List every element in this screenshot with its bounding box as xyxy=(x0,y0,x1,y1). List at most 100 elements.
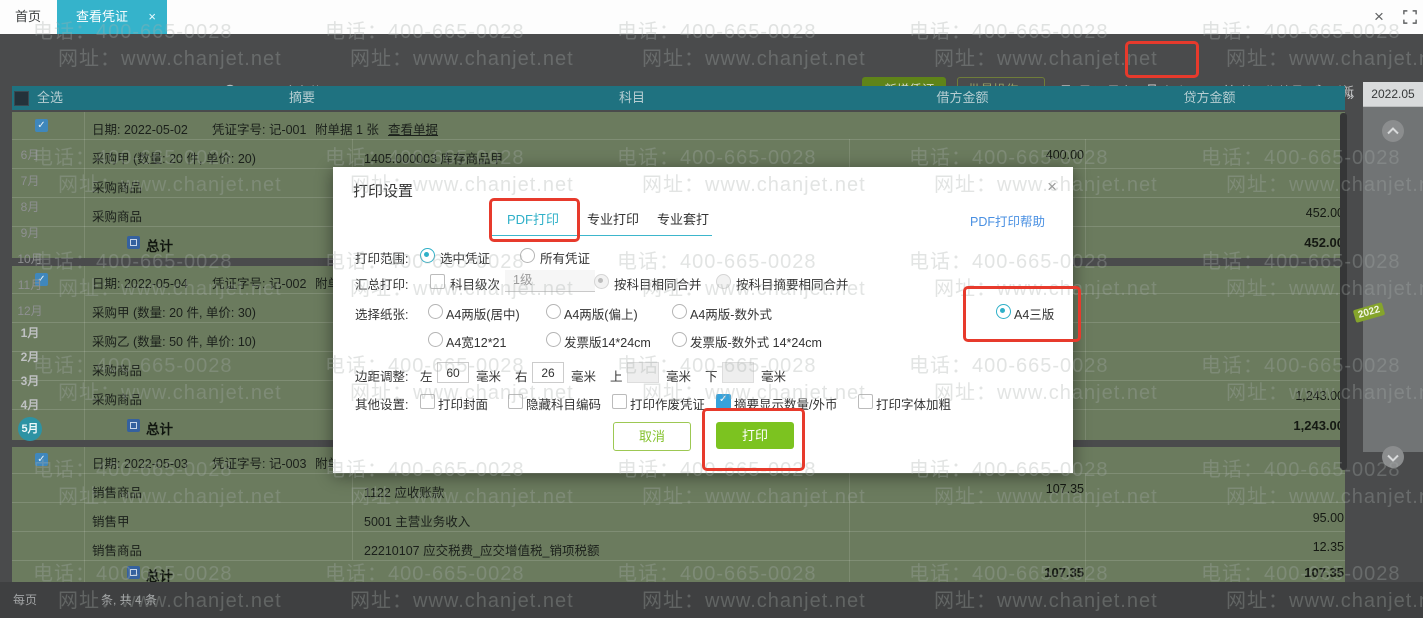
entry-credit: 452.00 xyxy=(1305,206,1344,220)
checkbox-hide-account-code[interactable] xyxy=(508,394,523,409)
voucher-word: 凭证字号: 记-003 xyxy=(212,457,307,471)
total-credit: 1,243.00 xyxy=(1293,418,1344,433)
margin-adjust-label: 边距调整: xyxy=(355,370,409,384)
checkbox-label[interactable]: 隐藏科目编码 xyxy=(526,394,601,413)
radio-label[interactable]: A4宽12*21 xyxy=(446,332,506,351)
total-row: 总计 107.35 107.35 xyxy=(12,560,1345,584)
radio-label[interactable]: 所有凭证 xyxy=(540,248,590,267)
radio-selected-vouchers[interactable] xyxy=(420,248,435,263)
scroll-up-icon[interactable] xyxy=(1382,120,1404,142)
pagination-bar: 每页 50 条, 共 4 条 xyxy=(0,582,1423,618)
month-item[interactable]: 9月 xyxy=(0,224,60,241)
tab-bar: 首页 查看凭证 × × xyxy=(0,0,1423,34)
checkbox-print-cover[interactable] xyxy=(420,394,435,409)
month-item[interactable]: 3月 xyxy=(0,372,60,389)
tab-pro-print[interactable]: 专业打印 xyxy=(578,207,648,233)
month-item[interactable]: 4月 xyxy=(0,396,60,413)
margin-left-input[interactable] xyxy=(437,362,469,383)
entry-summary: 销售商品 xyxy=(92,544,143,558)
margin-right-input[interactable] xyxy=(532,362,564,383)
radio-invoice-amount-14-24[interactable] xyxy=(672,332,687,347)
checkbox-print-void-voucher[interactable] xyxy=(612,394,627,409)
radio-label[interactable]: 发票版-数外式 14*24cm xyxy=(690,332,822,351)
tab-view-voucher[interactable]: 查看凭证 × xyxy=(57,0,167,34)
total-label: 总计 xyxy=(146,422,173,437)
radio-a4-two-top[interactable] xyxy=(546,304,561,319)
radio-a4-three[interactable] xyxy=(996,304,1011,319)
radio-label[interactable]: 发票版14*24cm xyxy=(564,332,651,351)
radio-label[interactable]: A4两版(居中) xyxy=(446,304,520,323)
radio-a4-two-amount[interactable] xyxy=(672,304,687,319)
vertical-scrollbar[interactable] xyxy=(1340,113,1347,470)
radio-a4-wide[interactable] xyxy=(428,332,443,347)
entry-row[interactable]: 采购甲 (数量: 20 件, 单价: 20) 1405.000003 库存商品甲… xyxy=(12,139,1345,169)
tab-pdf-print[interactable]: PDF打印 xyxy=(498,207,568,233)
checkbox-bold-font[interactable] xyxy=(858,394,873,409)
current-period[interactable]: 2022.05 xyxy=(1363,82,1423,107)
entry-summary: 采购商品 xyxy=(92,364,143,378)
view-receipt-link[interactable]: 查看单据 xyxy=(388,119,438,138)
month-item[interactable]: 2月 xyxy=(0,348,60,365)
radio-merge-same-account-summary[interactable] xyxy=(716,274,731,289)
radio-a4-two-center[interactable] xyxy=(428,304,443,319)
entry-summary: 销售甲 xyxy=(92,515,130,529)
tab-underline xyxy=(490,235,712,236)
dialog-close-icon[interactable]: × xyxy=(1047,177,1057,197)
row-checkbox[interactable]: ✓ xyxy=(35,453,48,466)
entry-row[interactable]: 销售商品 22210107 应交税费_应交增值税_销项税额 12.35 xyxy=(12,531,1345,561)
margin-left-label: 左 xyxy=(420,370,433,384)
radio-invoice-14-24[interactable] xyxy=(546,332,561,347)
entry-row[interactable]: 销售商品 1122 应收账款 107.35 xyxy=(12,473,1345,503)
checkbox-label[interactable]: 打印字体加粗 xyxy=(876,394,951,413)
other-settings-label: 其他设置: xyxy=(355,398,409,412)
summary-print-label: 汇总打印: xyxy=(355,278,409,292)
radio-label[interactable]: A4两版-数外式 xyxy=(690,304,772,323)
tab-home[interactable]: 首页 xyxy=(0,0,56,34)
month-item[interactable]: 12月 xyxy=(0,302,60,319)
checkbox-label[interactable]: 打印封面 xyxy=(438,394,488,413)
column-debit: 借方金额 xyxy=(936,90,989,105)
voucher-word: 凭证字号: 记-002 xyxy=(212,277,307,291)
month-item[interactable]: 8月 xyxy=(0,198,60,215)
scroll-down-icon[interactable] xyxy=(1382,446,1404,468)
month-item[interactable]: 10月 xyxy=(0,250,60,267)
month-item[interactable]: 11月 xyxy=(0,276,60,293)
fullscreen-icon[interactable] xyxy=(1403,10,1417,24)
month-item[interactable]: 1月 xyxy=(0,324,60,341)
entry-summary: 采购甲 (数量: 20 件, 单价: 20) xyxy=(92,152,256,166)
print-confirm-button[interactable]: 打印 xyxy=(716,422,794,449)
table-header: 全选 摘要 科目 借方金额 贷方金额 xyxy=(12,86,1345,110)
pdf-print-help-link[interactable]: PDF打印帮助 xyxy=(970,211,1045,230)
checkbox-summary-show-qty[interactable] xyxy=(716,394,731,409)
radio-all-vouchers[interactable] xyxy=(520,248,535,263)
column-account: 科目 xyxy=(618,90,645,105)
margin-bottom-input[interactable] xyxy=(722,362,754,383)
row-checkbox[interactable]: ✓ xyxy=(35,119,48,132)
month-item[interactable]: 6月 xyxy=(0,146,60,163)
level-select[interactable]: 1级 xyxy=(505,270,595,292)
checkbox-label[interactable]: 科目级次 xyxy=(450,274,500,293)
month-item[interactable]: 7月 xyxy=(0,172,60,189)
tab-close-icon[interactable]: × xyxy=(148,0,156,34)
radio-label[interactable]: 选中凭证 xyxy=(440,248,490,267)
checkbox-label[interactable]: 打印作废凭证 xyxy=(630,394,705,413)
margin-top-input[interactable] xyxy=(627,362,659,383)
radio-label[interactable]: A4三版 xyxy=(1014,304,1054,323)
tab-pro-template-print[interactable]: 专业套打 xyxy=(648,207,718,233)
unit-label: 毫米 xyxy=(761,370,787,384)
voucher-word: 凭证字号: 记-001 xyxy=(212,123,307,137)
radio-merge-same-account[interactable] xyxy=(594,274,609,289)
window-close-icon[interactable]: × xyxy=(1374,8,1384,26)
month-item-active[interactable]: 5月 xyxy=(18,417,42,441)
checkbox-account-level[interactable] xyxy=(430,274,445,289)
radio-label[interactable]: A4两版(偏上) xyxy=(564,304,638,323)
cancel-button[interactable]: 取消 xyxy=(613,422,691,451)
entry-debit: 107.35 xyxy=(1045,482,1084,496)
entry-debit: 400.00 xyxy=(1045,148,1084,162)
panel-collapse-icon[interactable]: » xyxy=(1347,88,1354,103)
entry-row[interactable]: 销售甲 5001 主营业务收入 95.00 xyxy=(12,502,1345,532)
select-all-checkbox[interactable] xyxy=(14,91,29,106)
checkbox-label[interactable]: 摘要显示数量/外币 xyxy=(734,394,837,413)
entry-credit: 1,243.00 xyxy=(1295,389,1344,403)
entry-summary: 采购乙 (数量: 50 件, 单价: 10) xyxy=(92,335,256,349)
